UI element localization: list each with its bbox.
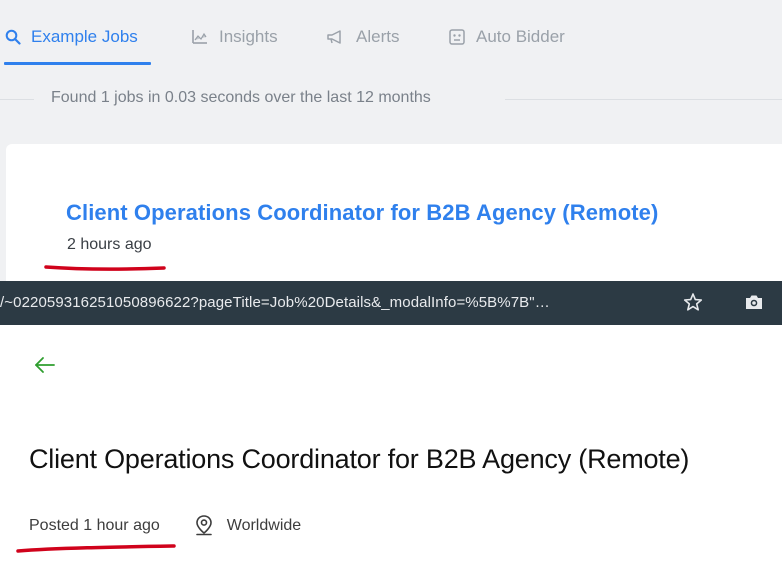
location-text: Worldwide	[226, 517, 302, 534]
search-icon	[5, 29, 21, 45]
results-summary: Found 1 jobs in 0.03 seconds over the la…	[0, 88, 782, 110]
location-pin-icon	[195, 515, 212, 536]
url-text[interactable]: /~022059316251050896622?pageTitle=Job%20…	[0, 294, 550, 311]
camera-icon[interactable]	[744, 293, 764, 311]
tab-example-jobs[interactable]: Example Jobs	[5, 24, 138, 50]
browser-address-bar[interactable]: /~022059316251050896622?pageTitle=Job%20…	[0, 281, 782, 325]
job-detail-title: Client Operations Coordinator for B2B Ag…	[29, 444, 690, 474]
tab-alerts[interactable]: Alerts	[326, 24, 399, 50]
job-detail-page: Client Operations Coordinator for B2B Ag…	[0, 325, 782, 567]
divider	[505, 99, 782, 100]
robot-icon	[449, 29, 465, 45]
chart-icon	[192, 30, 207, 44]
tab-auto-bidder[interactable]: Auto Bidder	[448, 24, 565, 50]
results-summary-text: Found 1 jobs in 0.03 seconds over the la…	[51, 89, 431, 106]
bookmark-star-icon[interactable]	[683, 292, 703, 312]
tab-label: Insights	[219, 27, 278, 46]
job-search-panel: Example Jobs Insights Alerts Auto Bidder…	[0, 0, 782, 281]
job-card: Client Operations Coordinator for B2B Ag…	[6, 144, 782, 281]
tab-bar: Example Jobs Insights Alerts Auto Bidder	[0, 0, 782, 66]
job-title-link[interactable]: Client Operations Coordinator for B2B Ag…	[66, 200, 658, 226]
megaphone-icon	[327, 30, 341, 44]
active-tab-indicator	[4, 62, 151, 65]
job-posted-time: 2 hours ago	[67, 236, 152, 253]
red-underline-annotation	[16, 544, 176, 553]
tab-insights[interactable]: Insights	[191, 24, 278, 50]
tab-label: Example Jobs	[31, 27, 138, 46]
tab-label: Alerts	[356, 27, 400, 46]
back-arrow-icon[interactable]	[34, 356, 56, 374]
job-meta: Posted 1 hour ago Worldwide	[29, 515, 301, 537]
red-underline-annotation	[44, 265, 166, 271]
posted-time: Posted 1 hour ago	[29, 517, 160, 534]
divider	[0, 99, 34, 100]
tab-label: Auto Bidder	[476, 27, 565, 46]
